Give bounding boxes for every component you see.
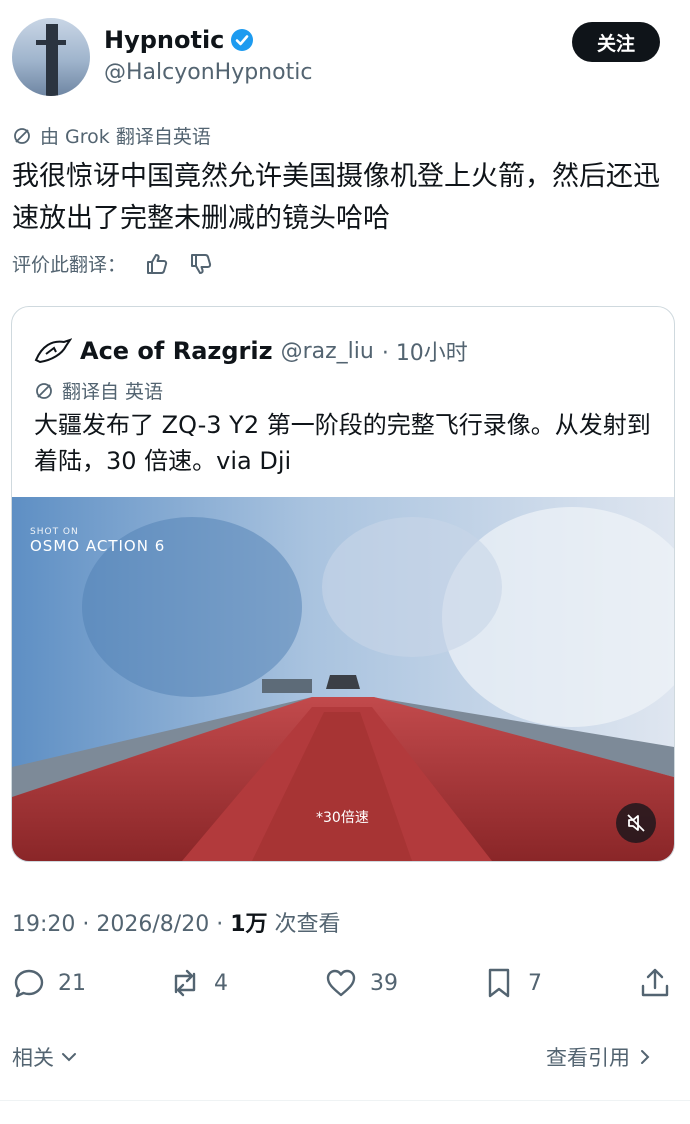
- view-quotes-label: 查看引用: [546, 1046, 630, 1070]
- quoted-author-name[interactable]: Ace of Razgriz: [80, 337, 273, 365]
- repost-action[interactable]: 4: [168, 966, 228, 1000]
- mute-button[interactable]: [616, 803, 656, 843]
- chevron-right-icon: [641, 1050, 650, 1064]
- share-action[interactable]: [638, 966, 672, 1000]
- bookmark-count: 7: [528, 970, 542, 996]
- author-name-row: Hypnotic: [104, 26, 254, 54]
- repost-count: 4: [214, 970, 228, 996]
- related-label: 相关: [12, 1046, 54, 1070]
- quoted-tweet-text: 大疆发布了 ZQ-3 Y2 第一阶段的完整飞行录像。从发射到着陆，30 倍速。v…: [34, 411, 651, 475]
- related-toggle[interactable]: 相关: [12, 1042, 78, 1072]
- rate-translation: 评价此翻译：: [12, 250, 214, 277]
- mute-icon: [627, 814, 645, 832]
- quoted-tweet-time[interactable]: · 10小时: [382, 335, 468, 367]
- quoted-tweet-card[interactable]: Ace of Razgriz @raz_liu · 10小时 翻译自 英语 大疆…: [11, 306, 675, 862]
- quoted-author-handle[interactable]: @raz_liu: [281, 339, 374, 364]
- author-handle[interactable]: @HalcyonHypnotic: [104, 60, 312, 85]
- tweet-date[interactable]: 2026/8/20: [96, 912, 209, 937]
- verified-badge-icon: [231, 29, 254, 51]
- tweet-text: 我很惊讶中国竟然允许美国摄像机登上火箭，然后还迅速放出了完整未删减的镜头哈哈: [12, 161, 660, 234]
- repost-icon: [174, 969, 196, 997]
- share-icon: [641, 968, 669, 997]
- speed-caption: *30倍速: [316, 810, 369, 826]
- bookmark-action[interactable]: 7: [482, 966, 542, 1000]
- grok-translation-note: 由 Grok 翻译自英语: [12, 122, 211, 149]
- thumbs-up-icon[interactable]: [144, 251, 170, 277]
- like-action[interactable]: 39: [324, 966, 398, 1000]
- action-bar: 21 4 39 7: [12, 966, 672, 1006]
- tweet-time[interactable]: 19:20: [12, 912, 75, 937]
- quoted-tweet-header: Ace of Razgriz @raz_liu · 10小时: [34, 335, 468, 367]
- like-icon: [326, 969, 356, 997]
- shot-on-watermark: SHOT ON OSMO ACTION 6: [30, 527, 165, 555]
- like-count: 39: [370, 970, 398, 996]
- thumbs-down-icon[interactable]: [188, 251, 214, 277]
- quoted-translation-note-text: 翻译自 英语: [62, 381, 164, 403]
- video-player[interactable]: SHOT ON OSMO ACTION 6 *30倍速: [12, 497, 674, 861]
- bottom-divider: [0, 1100, 690, 1101]
- reply-icon: [14, 969, 44, 998]
- quoted-translation-note: 翻译自 英语: [34, 377, 163, 404]
- reply-action[interactable]: 21: [12, 966, 86, 1000]
- author-avatar[interactable]: [12, 18, 90, 96]
- globe-icon: [36, 382, 52, 399]
- translation-note-text: 由 Grok 翻译自英语: [40, 126, 211, 148]
- quoted-author-avatar[interactable]: [34, 336, 72, 366]
- views-label: 次查看: [274, 912, 341, 937]
- shot-on-model: OSMO ACTION 6: [30, 537, 166, 555]
- follow-button[interactable]: 关注: [572, 22, 660, 62]
- shot-on-small: SHOT ON: [30, 527, 79, 537]
- views-count: 1万: [230, 912, 268, 937]
- bookmark-icon: [488, 968, 510, 998]
- globe-icon: [14, 127, 30, 144]
- author-display-name[interactable]: Hypnotic: [104, 26, 224, 54]
- chevron-down-icon: [62, 1053, 76, 1062]
- tweet-meta: 19:20 · 2026/8/20 · 1万 次查看: [12, 912, 341, 937]
- reply-count: 21: [58, 970, 86, 996]
- view-quotes-link[interactable]: 查看引用: [546, 1042, 654, 1072]
- rate-translation-label: 评价此翻译：: [12, 254, 127, 276]
